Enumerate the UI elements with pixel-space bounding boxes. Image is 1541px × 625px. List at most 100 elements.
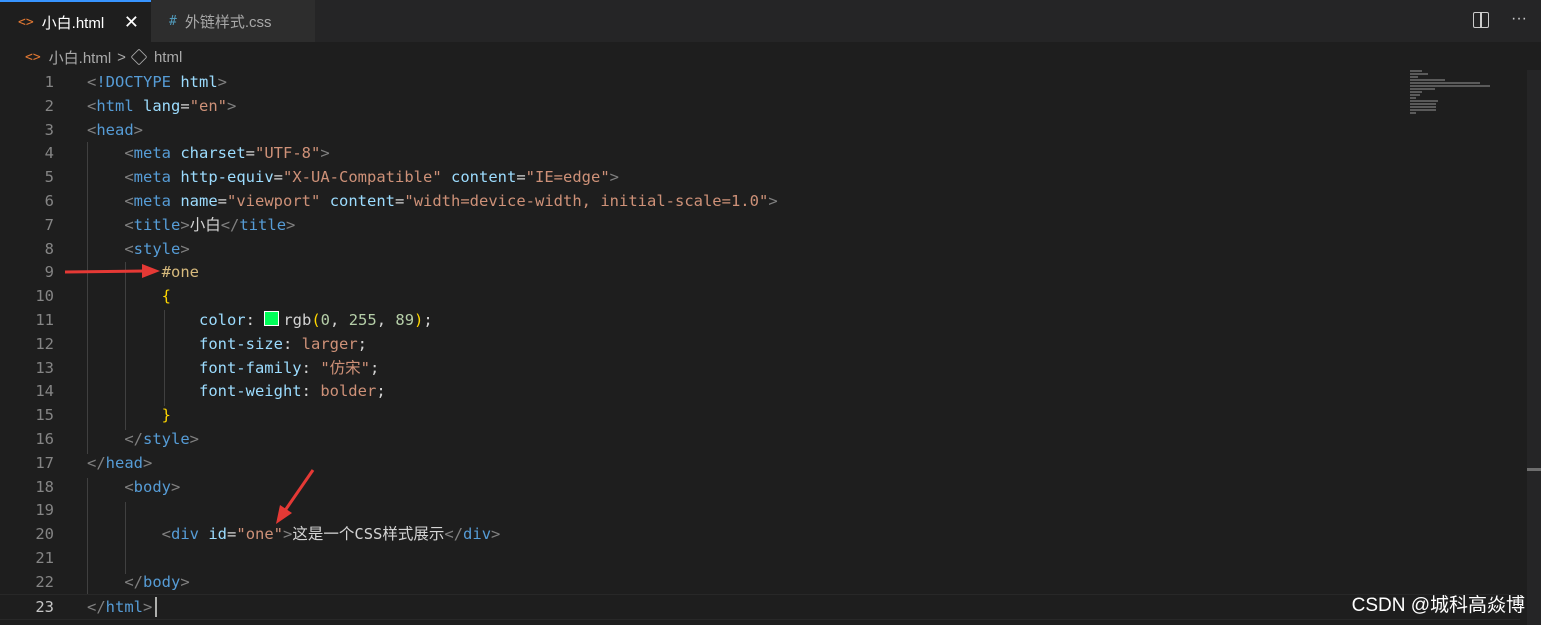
- close-icon[interactable]: ✕: [124, 12, 139, 33]
- css-file-icon: #: [169, 13, 177, 29]
- line-number: 14: [35, 382, 54, 401]
- code-token: lang: [143, 96, 181, 115]
- code-line[interactable]: 14 font-weight: bolder;: [0, 379, 1520, 403]
- breadcrumb: <> 小白.html > html: [0, 45, 1541, 69]
- code-token: =: [217, 192, 228, 210]
- code-line[interactable]: 13 font-family: "仿宋";: [0, 356, 1520, 380]
- code-token: ;: [376, 382, 386, 401]
- line-number: 18: [35, 477, 54, 496]
- code-line[interactable]: 22 </body>: [0, 570, 1520, 594]
- code-text: </body>: [87, 570, 189, 594]
- code-editor[interactable]: 1 <!DOCTYPE html> 2 <html lang="en"> 3 <head>…: [0, 70, 1541, 625]
- code-token: content: [451, 168, 517, 187]
- code-token: html: [105, 597, 143, 616]
- code-line[interactable]: 21: [0, 546, 1520, 570]
- code-token: <: [124, 215, 134, 234]
- code-line[interactable]: 11 color: rgb(0, 255, 89);: [0, 308, 1520, 332]
- color-swatch[interactable]: [264, 311, 280, 326]
- code-token: bolder: [320, 382, 377, 401]
- line-number: 12: [35, 334, 54, 353]
- scroll-thumb[interactable]: [1527, 468, 1541, 471]
- code-token: !DOCTYPE: [96, 73, 171, 91]
- code-line[interactable]: 15 }: [0, 403, 1520, 427]
- code-token: <: [87, 73, 97, 91]
- code-token: </: [124, 430, 143, 448]
- code-token: =: [395, 192, 405, 210]
- code-line[interactable]: 2 <html lang="en">: [0, 94, 1520, 118]
- code-token: <: [124, 144, 134, 163]
- vertical-scrollbar[interactable]: [1527, 70, 1541, 625]
- code-token: "UTF-8": [255, 144, 321, 163]
- code-token: 0: [320, 311, 331, 329]
- code-line[interactable]: 3 <head>: [0, 118, 1520, 142]
- code-line[interactable]: 4 <meta charset="UTF-8">: [0, 141, 1520, 165]
- code-token: html: [180, 73, 218, 91]
- code-token: "width=device-width, initial-scale=1.0": [404, 192, 769, 210]
- code-text: font-size: larger;: [87, 332, 367, 356]
- code-text: <title>小白</title>: [87, 213, 295, 237]
- code-token: meta: [133, 144, 171, 163]
- code-token: larger: [301, 334, 358, 353]
- tab-external-css[interactable]: # 外链样式.css: [151, 0, 316, 42]
- code-token: 小白: [189, 215, 221, 234]
- code-token: >: [180, 239, 190, 258]
- tab-xiaobai-html[interactable]: <> 小白.html ✕: [0, 0, 151, 42]
- code-text: </html>: [87, 595, 152, 619]
- minimap[interactable]: [1410, 70, 1510, 120]
- code-line[interactable]: 12 font-size: larger;: [0, 332, 1520, 356]
- code-token: =: [227, 525, 237, 544]
- code-line[interactable]: 18 <body>: [0, 475, 1520, 499]
- code-line[interactable]: 1 <!DOCTYPE html>: [0, 70, 1520, 94]
- code-line[interactable]: 10 {: [0, 284, 1520, 308]
- code-token: "viewport": [227, 192, 321, 210]
- code-token: :: [301, 358, 321, 377]
- code-token: >: [180, 215, 190, 234]
- code-token: </: [444, 525, 464, 544]
- code-token: ,: [376, 311, 396, 329]
- code-token: body: [143, 572, 181, 591]
- code-token: head: [96, 120, 134, 139]
- code-line[interactable]: 23 </html>: [0, 593, 1520, 620]
- watermark: CSDN @城科高焱博: [1351, 595, 1525, 616]
- code-text: <html lang="en">: [87, 94, 236, 118]
- split-editor-icon[interactable]: [1473, 12, 1490, 28]
- code-text: font-family: "仿宋";: [87, 356, 379, 380]
- editor-actions: ···: [1473, 10, 1527, 28]
- code-line[interactable]: 9 #one: [0, 260, 1520, 284]
- breadcrumb-file[interactable]: 小白.html: [49, 47, 112, 68]
- code-text: <body>: [87, 475, 180, 499]
- line-number: 20: [35, 525, 54, 544]
- code-token: #one: [161, 263, 199, 282]
- code-token: http-equiv: [180, 168, 274, 187]
- code-token: {: [161, 287, 171, 306]
- code-line[interactable]: 17 </head>: [0, 451, 1520, 475]
- code-line[interactable]: 20 <div id="one">这是一个CSS样式展示</div>: [0, 522, 1520, 546]
- code-line[interactable]: 6 <meta name="viewport" content="width=d…: [0, 189, 1520, 213]
- code-line[interactable]: 16 </style>: [0, 427, 1520, 451]
- code-token: >: [768, 192, 778, 210]
- tab-label: 外链样式.css: [184, 13, 272, 31]
- code-token: ): [414, 311, 424, 329]
- code-token: body: [133, 477, 171, 496]
- code-line[interactable]: 7 <title>小白</title>: [0, 213, 1520, 237]
- code-text: <meta http-equiv="X-UA-Compatible" conte…: [87, 165, 619, 189]
- line-number: 4: [44, 144, 54, 163]
- line-number: 10: [35, 287, 54, 306]
- code-text: font-weight: bolder;: [87, 379, 386, 403]
- code-line[interactable]: 8 <style>: [0, 237, 1520, 261]
- code-line[interactable]: 5 <meta http-equiv="X-UA-Compatible" con…: [0, 165, 1520, 189]
- code-token: >: [286, 215, 296, 234]
- html-file-icon: <>: [18, 14, 34, 30]
- code-token: <: [161, 525, 171, 544]
- breadcrumb-node[interactable]: html: [154, 49, 182, 66]
- more-actions-icon[interactable]: ···: [1511, 10, 1527, 28]
- line-number: 7: [44, 215, 54, 234]
- code-token: font-size: [198, 334, 283, 353]
- code-line[interactable]: 19: [0, 498, 1520, 522]
- code-token: ,: [330, 311, 349, 329]
- line-number: 8: [44, 239, 54, 258]
- code-text: <meta charset="UTF-8">: [87, 141, 329, 165]
